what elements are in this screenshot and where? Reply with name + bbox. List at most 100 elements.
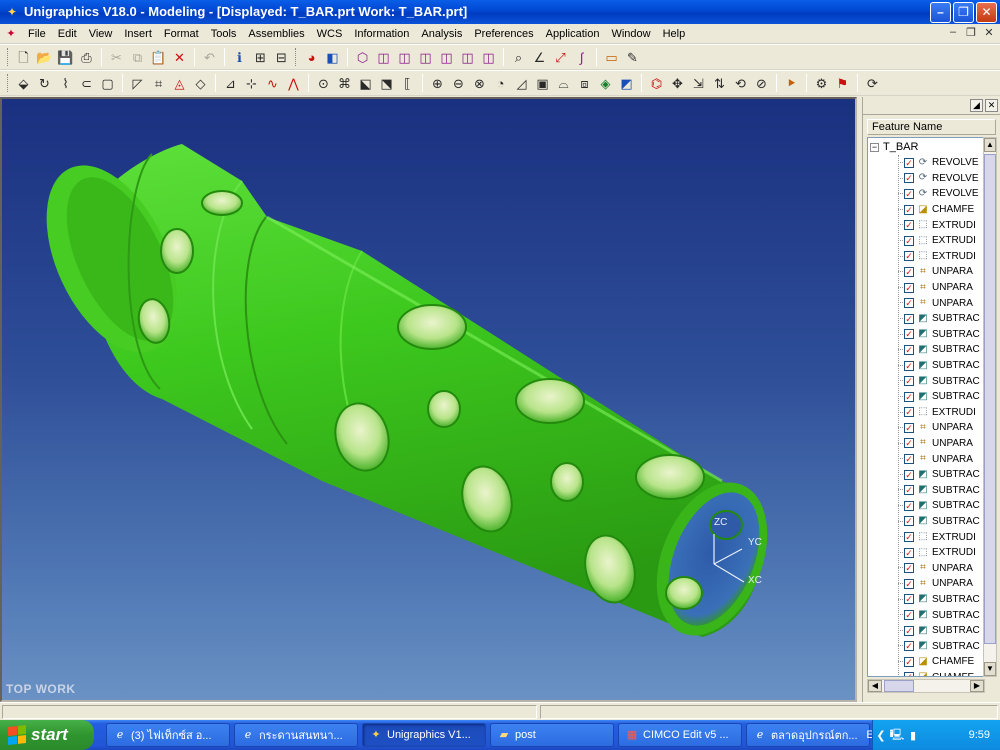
feature-tree-item[interactable]: ✓ ⌗ UNPARA <box>868 451 984 467</box>
feature-tree-item[interactable]: ✓ ⬚ EXTRUDI <box>868 545 984 561</box>
hscroll-thumb[interactable] <box>884 680 914 692</box>
sketch-icon[interactable]: ⊿ <box>220 73 241 94</box>
view-isometric-icon[interactable]: ⬡ <box>352 47 373 68</box>
feature-tree-item[interactable]: ✓ ◩ SUBTRAC <box>868 311 984 327</box>
sweep-icon[interactable]: ⌇ <box>55 73 76 94</box>
refresh-icon[interactable]: ⟳ <box>862 73 883 94</box>
cut-icon[interactable]: ✂ <box>106 47 127 68</box>
move-feature-icon[interactable]: ⇲ <box>688 73 709 94</box>
menu-view[interactable]: View <box>83 24 119 44</box>
checkbox-icon[interactable]: ✓ <box>904 157 914 168</box>
undo-icon[interactable]: ↶ <box>199 47 220 68</box>
checkbox-icon[interactable]: ✓ <box>904 578 914 589</box>
new-file-icon[interactable]: 🗋 <box>13 47 34 68</box>
edit-object-icon[interactable]: ✎ <box>622 47 643 68</box>
open-folder-icon[interactable]: 📂 <box>34 47 55 68</box>
feature-tree-item[interactable]: ✓ ◪ CHAMFE <box>868 654 984 670</box>
checkbox-icon[interactable]: ✓ <box>904 469 914 480</box>
checkbox-icon[interactable]: ✓ <box>904 532 914 543</box>
feature-tree-item[interactable]: ✓ ⬚ EXTRUDI <box>868 249 984 265</box>
scroll-thumb[interactable] <box>984 154 996 644</box>
feature-tree-item[interactable]: ✓ ⟳ REVOLVE <box>868 186 984 202</box>
checkbox-icon[interactable]: ✓ <box>904 485 914 496</box>
model-render[interactable] <box>2 99 855 700</box>
shading-icon[interactable]: ◕ <box>301 47 322 68</box>
paste-icon[interactable]: 📋 <box>148 47 169 68</box>
checkbox-icon[interactable]: ✓ <box>904 610 914 621</box>
graphics-viewport[interactable]: ZC YC XC TOP WORK <box>0 97 857 702</box>
panel-dock-icon[interactable]: ◢ <box>970 99 983 112</box>
checkbox-icon[interactable]: ✓ <box>904 422 914 433</box>
boss-icon[interactable]: ⌘ <box>334 73 355 94</box>
checkbox-icon[interactable]: ✓ <box>904 188 914 199</box>
edge-blend-icon[interactable]: ◔ <box>490 73 511 94</box>
assembly-navigator-icon[interactable]: ⊞ <box>250 47 271 68</box>
tray-arrow-icon[interactable]: ❮ <box>873 729 889 742</box>
doc-minimize-button[interactable]: – <box>946 26 960 39</box>
feature-tree-item[interactable]: ✓ ◪ CHAMFE <box>868 670 984 676</box>
panel-close-icon[interactable]: ✕ <box>985 99 998 112</box>
taskbar-item-unigraphics[interactable]: ✦ Unigraphics V1... <box>362 723 486 747</box>
copy-icon[interactable]: ⧉ <box>127 47 148 68</box>
tree-horizontal-scrollbar[interactable]: ◀ ▶ <box>867 679 985 693</box>
play-feature-icon[interactable]: ⯈ <box>781 73 802 94</box>
block-icon[interactable]: ▢ <box>97 73 118 94</box>
network-icon[interactable]: 🖳 <box>889 726 905 745</box>
feature-tree-item[interactable]: ✓ ⬚ EXTRUDI <box>868 529 984 545</box>
trim-body-icon[interactable]: ◩ <box>616 73 637 94</box>
chamfer-icon[interactable]: ◿ <box>511 73 532 94</box>
pocket-icon[interactable]: ⬕ <box>355 73 376 94</box>
feature-tree-item[interactable]: ✓ ◩ SUBTRAC <box>868 373 984 389</box>
analysis-measure-icon[interactable]: ⌕ <box>508 47 529 68</box>
toolbar-grip[interactable] <box>7 48 10 66</box>
doc-close-button[interactable]: ✕ <box>982 26 996 39</box>
checkbox-icon[interactable]: ✓ <box>904 438 914 449</box>
checkbox-icon[interactable]: ✓ <box>904 376 914 387</box>
clock[interactable]: 9:59 <box>969 729 990 741</box>
checkbox-icon[interactable]: ✓ <box>904 360 914 371</box>
feature-tree-item[interactable]: ✓ ◩ SUBTRAC <box>868 592 984 608</box>
document-menu-icon[interactable]: ✦ <box>0 27 22 40</box>
checkbox-icon[interactable]: ✓ <box>904 656 914 667</box>
checkbox-icon[interactable]: ✓ <box>904 235 914 246</box>
menu-assemblies[interactable]: Assemblies <box>242 24 310 44</box>
feature-tree-item[interactable]: ✓ ⌗ UNPARA <box>868 280 984 296</box>
feature-tree-item[interactable]: ✓ ⟳ REVOLVE <box>868 155 984 171</box>
revolve-icon[interactable]: ↻ <box>34 73 55 94</box>
feature-tree-item[interactable]: ✓ ⟳ REVOLVE <box>868 171 984 187</box>
menu-preferences[interactable]: Preferences <box>468 24 539 44</box>
feature-tree-item[interactable]: ✓ ⬚ EXTRUDI <box>868 217 984 233</box>
suppress-feature-icon[interactable]: ⊘ <box>751 73 772 94</box>
checkbox-icon[interactable]: ✓ <box>904 204 914 215</box>
feature-tree-item[interactable]: ✓ ⌗ UNPARA <box>868 560 984 576</box>
scroll-right-icon[interactable]: ▶ <box>970 680 984 692</box>
close-button[interactable]: ✕ <box>976 2 997 23</box>
feature-tree-item[interactable]: ✓ ◩ SUBTRAC <box>868 342 984 358</box>
hole-icon[interactable]: ⊙ <box>313 73 334 94</box>
reorder-feature-icon[interactable]: ⇅ <box>709 73 730 94</box>
feature-tree-item[interactable]: ✓ ◩ SUBTRAC <box>868 638 984 654</box>
menu-insert[interactable]: Insert <box>118 24 158 44</box>
restore-button[interactable]: ❐ <box>953 2 974 23</box>
measure-angle-icon[interactable]: ∠ <box>529 47 550 68</box>
measure-distance-icon[interactable]: ⤢ <box>550 47 571 68</box>
edit-feature-icon[interactable]: ⌬ <box>646 73 667 94</box>
checkbox-icon[interactable]: ✓ <box>904 641 914 652</box>
feature-tree[interactable]: − T_BAR ✓ ⟳ REVOLVE ✓ ⟳ REVOLVE ✓ ⟳ REVOLVE ✓ ◪ CHA… <box>867 137 985 677</box>
slot-icon[interactable]: ⟦ <box>397 73 418 94</box>
feature-tree-item[interactable]: ✓ ⌗ UNPARA <box>868 436 984 452</box>
edit-parameters-icon[interactable]: ✥ <box>667 73 688 94</box>
checkbox-icon[interactable]: ✓ <box>904 500 914 511</box>
view-front-icon[interactable]: ◫ <box>394 47 415 68</box>
panel-titlebar[interactable]: ◢ ✕ <box>863 97 1000 115</box>
feature-tree-item[interactable]: ✓ ⌗ UNPARA <box>868 264 984 280</box>
menu-format[interactable]: Format <box>158 24 205 44</box>
menu-help[interactable]: Help <box>657 24 692 44</box>
replace-feature-icon[interactable]: ⟲ <box>730 73 751 94</box>
scroll-left-icon[interactable]: ◀ <box>868 680 882 692</box>
checkbox-icon[interactable]: ✓ <box>904 672 914 676</box>
information-icon[interactable]: ℹ <box>229 47 250 68</box>
shell-icon[interactable]: ▣ <box>532 73 553 94</box>
feature-tree-item[interactable]: ✓ ⬚ EXTRUDI <box>868 405 984 421</box>
checkbox-icon[interactable]: ✓ <box>904 516 914 527</box>
